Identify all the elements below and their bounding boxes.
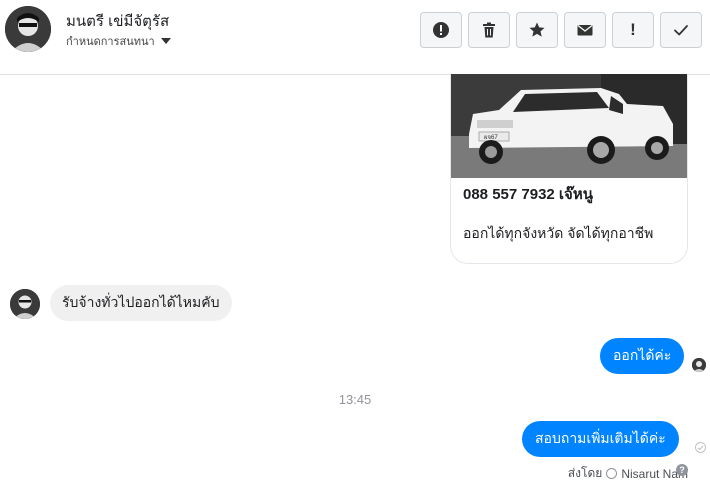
- star-icon: [529, 22, 545, 37]
- delete-button[interactable]: [468, 12, 510, 48]
- delivered-check-icon: [695, 442, 706, 453]
- checkmark-icon: [674, 25, 688, 36]
- incoming-message-bubble[interactable]: รับจ้างทั่วไปออกได้ไหมคับ: [50, 285, 232, 321]
- alert-circle-icon: [433, 22, 449, 38]
- conversation-options-dropdown[interactable]: กำหนดการสนทนา: [66, 32, 171, 50]
- contact-avatar[interactable]: [5, 6, 51, 52]
- sender-avatar[interactable]: [10, 289, 40, 319]
- flag-button[interactable]: !: [612, 12, 654, 48]
- check-circle-icon: [606, 468, 618, 479]
- conversation-header: มนตรี เข่มีจัตุรัส กำหนดการสนทนา !: [0, 0, 710, 75]
- mark-done-button[interactable]: [660, 12, 702, 48]
- report-spam-button[interactable]: [420, 12, 462, 48]
- envelope-icon: [577, 24, 593, 36]
- trash-icon: [483, 22, 495, 38]
- outgoing-message-bubble[interactable]: สอบถามเพิ่มเติมได้ค่ะ: [522, 421, 679, 457]
- message-timestamp: 13:45: [338, 392, 372, 407]
- conversation-options-label: กำหนดการสนทนา: [66, 36, 155, 48]
- star-button[interactable]: [516, 12, 558, 48]
- mark-unread-button[interactable]: [564, 12, 606, 48]
- help-icon[interactable]: ?: [676, 464, 688, 476]
- message-thread[interactable]: ผจ67 088 557 7932 เจ๊หนู ออกได้ทุกจังหวั…: [0, 74, 710, 482]
- pickup-truck-photo[interactable]: ผจ67: [451, 74, 687, 178]
- exclamation-icon: !: [630, 20, 636, 39]
- ad-phone-line: 088 557 7932 เจ๊หนู: [463, 186, 593, 203]
- contact-name[interactable]: มนตรี เข่มีจัตุรัส: [66, 9, 169, 33]
- sent-by-label: ส่งโดย: [567, 466, 603, 480]
- chevron-down-icon: [160, 38, 171, 44]
- seen-avatar: [692, 358, 706, 372]
- ad-description-line: ออกได้ทุกจังหวัด จัดได้ทุกอาชีพ: [463, 225, 654, 241]
- sent-by-info: ส่งโดย Nisarut Nam: [568, 464, 688, 482]
- ad-message-card[interactable]: ผจ67 088 557 7932 เจ๊หนู ออกได้ทุกจังหวั…: [450, 74, 688, 264]
- outgoing-message-bubble[interactable]: ออกได้ค่ะ: [600, 338, 685, 374]
